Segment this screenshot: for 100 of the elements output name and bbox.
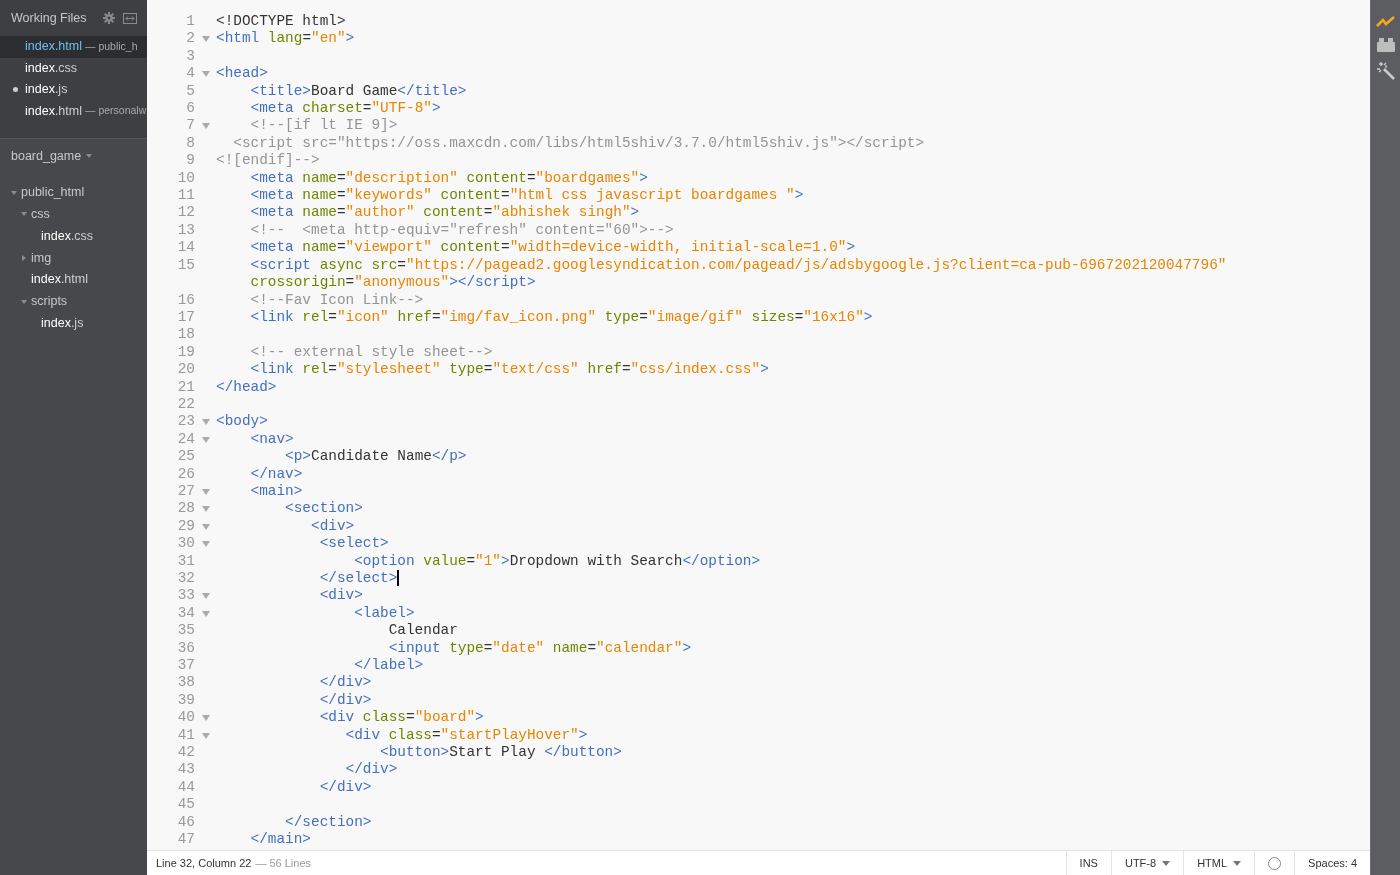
code-line: </label> (353, 657, 424, 675)
settings-icon[interactable] (103, 12, 115, 24)
working-file-item[interactable]: index.css (25, 58, 78, 78)
code-line: <script async src="https://pagead2.googlesyndication.com/pagead/js/adsbygoogle.js?client=ca-pub-6967202120047796" crossorigin="anonymous"></script> (249, 256, 1227, 292)
code-line: <meta name="author" content="abhishek singh"> (249, 204, 640, 222)
line-number: 13 (176, 221, 195, 240)
language-dropdown[interactable]: HTML (1183, 851, 1255, 875)
code-line: </div> (344, 761, 398, 779)
folder-item[interactable]: img (31, 248, 52, 268)
line-number: 22 (176, 395, 195, 414)
fold-arrow-icon[interactable] (201, 123, 210, 130)
line-number: 39 (176, 691, 195, 710)
line-number: 31 (176, 552, 195, 570)
line-number: 4 (185, 65, 195, 83)
encoding-dropdown[interactable]: UTF-8 (1110, 851, 1184, 875)
line-number: 45 (176, 796, 195, 814)
code-line: <!--Fav Icon Link--> (249, 291, 424, 309)
code-line: <div> (310, 517, 355, 536)
cursor-position: Line 32, Column 22 (156, 855, 252, 871)
code-line: <meta name="viewport" content="width=device-width, initial-scale=1.0"> (249, 239, 856, 257)
folder-item[interactable]: css (31, 205, 50, 224)
working-file-item[interactable]: index.html (25, 37, 82, 57)
line-number: 9 (185, 152, 195, 170)
split-view-icon[interactable] (123, 12, 137, 24)
fold-arrow-icon[interactable] (201, 488, 210, 495)
code-line: <link rel="stylesheet" type="text/css" href="css/index.css"> (249, 361, 769, 379)
code-line: <div class="startPlayHover"> (344, 726, 588, 745)
code-line: <!-- external style sheet--> (249, 343, 493, 362)
line-number: 36 (176, 639, 195, 658)
code-line: <main> (249, 482, 303, 501)
collapsed-arrow-icon[interactable] (21, 255, 26, 262)
code-line: </div> (318, 778, 372, 797)
code-line: <button>Start Play </button> (379, 744, 622, 762)
fold-arrow-icon[interactable] (201, 732, 210, 739)
line-number: 30 (176, 535, 195, 553)
line-count: — 56 Lines (255, 855, 312, 871)
fold-arrow-icon[interactable] (201, 541, 210, 548)
line-number: 25 (176, 448, 195, 466)
line-number: 27 (176, 482, 195, 501)
line-number: 33 (176, 587, 195, 605)
code-line: <script src="https://oss.maxcdn.com/libs/html5shiv/3.7.0/html5shiv.js"></script> (232, 134, 925, 153)
line-number: 21 (176, 378, 195, 396)
fold-arrow-icon[interactable] (201, 610, 210, 617)
project-dropdown[interactable]: board_game (0, 139, 147, 174)
line-number: 43 (176, 761, 195, 779)
line-number: 44 (176, 778, 195, 797)
line-number: 40 (176, 709, 195, 727)
line-number: 18 (176, 326, 195, 344)
code-line: <link rel="icon" href="img/fav_icon.png" type="image/gif" sizes="16x16"> (249, 308, 873, 327)
magic-wand-icon[interactable] (1376, 62, 1395, 80)
file-folder-hint: — personalw (85, 103, 147, 119)
expanded-arrow-icon[interactable] (10, 190, 17, 195)
insert-mode-toggle[interactable]: INS (1065, 851, 1111, 875)
code-line: <meta charset="UTF-8"> (249, 100, 441, 118)
code-line: <div class="board"> (318, 709, 484, 727)
code-line: <nav> (249, 430, 294, 449)
fold-arrow-icon[interactable] (201, 506, 210, 513)
code-line: <option value="1">Dropdown with Search</option> (353, 552, 761, 570)
line-number: 16 (176, 291, 195, 309)
fold-arrow-icon[interactable] (201, 523, 210, 530)
fold-arrow-icon[interactable] (201, 419, 210, 426)
code-line: </section> (284, 813, 372, 832)
working-files-title: Working Files (11, 9, 87, 27)
file-item[interactable]: index.css (41, 226, 94, 246)
line-number: 23 (176, 413, 195, 431)
code-line: <body> (216, 413, 268, 431)
code-line: <meta name="description" content="boardgames"> (249, 169, 648, 188)
line-number: 42 (176, 744, 195, 762)
code-line: </div> (318, 691, 372, 710)
line-number: 20 (176, 361, 195, 379)
working-file-item[interactable]: index.html (25, 101, 82, 121)
fold-arrow-icon[interactable] (201, 715, 210, 722)
lightning-icon[interactable] (1375, 16, 1396, 28)
code-line: Calendar (387, 622, 458, 640)
line-number: 37 (176, 657, 195, 675)
line-number: 15 (176, 256, 195, 275)
code-line: <!DOCTYPE html> (216, 13, 346, 31)
file-item[interactable]: index.js (41, 314, 84, 333)
line-number: 38 (176, 674, 195, 692)
fold-arrow-icon[interactable] (201, 71, 210, 78)
folder-item[interactable]: scripts (31, 292, 68, 311)
file-item[interactable]: index.html (31, 270, 88, 290)
code-line: </head> (216, 378, 277, 396)
line-number: 24 (176, 430, 195, 449)
fold-arrow-icon[interactable] (201, 36, 210, 43)
plugin-brick-icon[interactable] (1376, 38, 1395, 52)
line-number: 17 (176, 308, 195, 327)
working-file-item[interactable]: index.js (25, 80, 68, 100)
fold-arrow-icon[interactable] (201, 593, 210, 600)
folder-item[interactable]: public_html (21, 183, 85, 202)
line-number: 12 (176, 204, 195, 222)
code-line: </div> (318, 674, 372, 692)
expanded-arrow-icon[interactable] (20, 212, 27, 217)
code-line: <!-- <meta http-equiv="refresh" content="60">--> (249, 221, 674, 240)
line-number: 35 (176, 622, 195, 640)
line-number: 46 (176, 813, 195, 832)
expanded-arrow-icon[interactable] (20, 299, 27, 304)
code-line: <input type="date" name="calendar"> (387, 639, 691, 658)
line-number: 14 (176, 239, 195, 257)
fold-arrow-icon[interactable] (201, 436, 210, 443)
